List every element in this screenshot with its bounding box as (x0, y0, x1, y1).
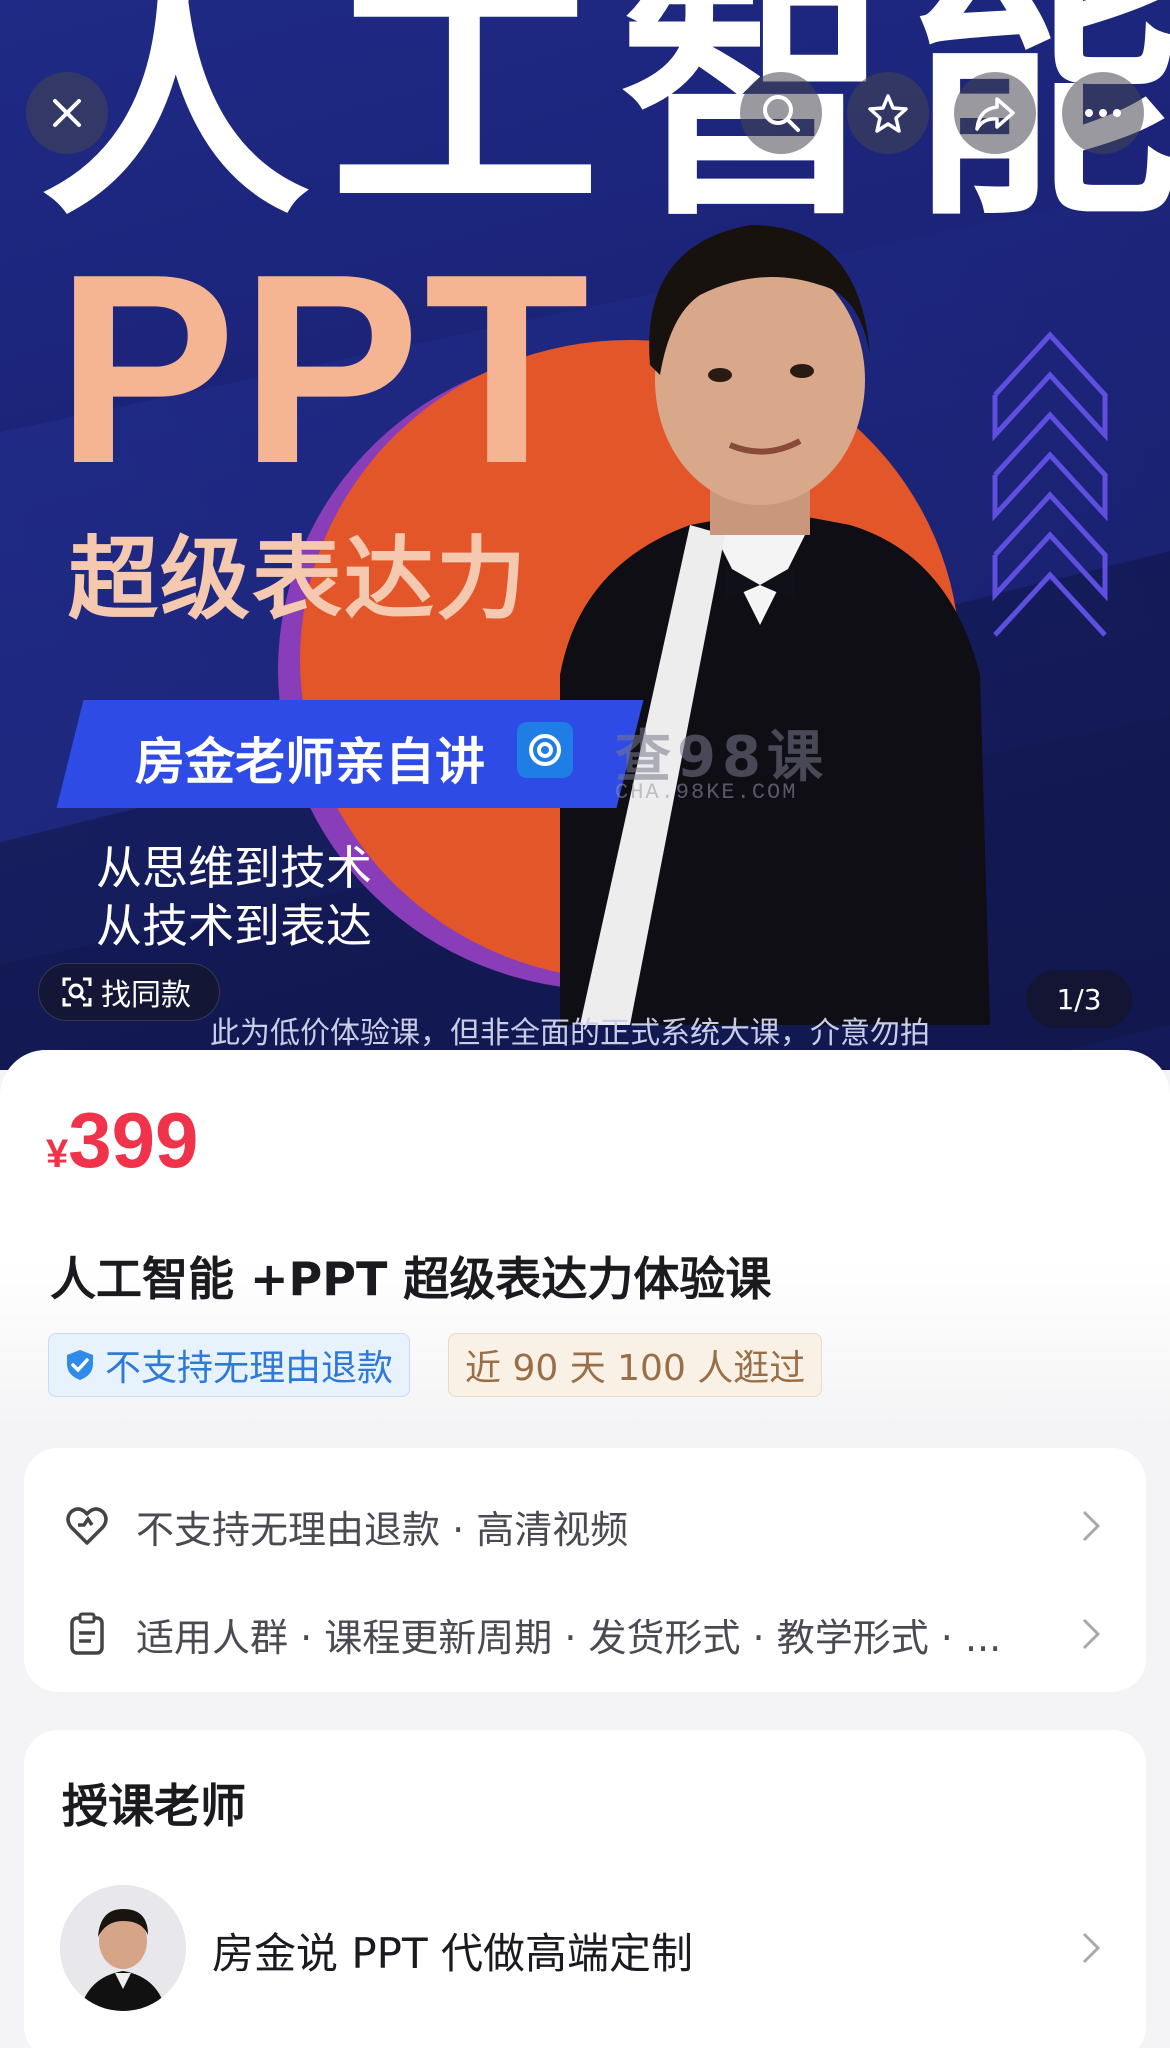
chevron-right-icon (1076, 1506, 1106, 1546)
hero-ppt-text: PPT (56, 219, 594, 520)
price: ¥399 (46, 1095, 198, 1186)
find-same-label: 找同款 (101, 978, 191, 1013)
watermark-url: CHA.98KE.COM (615, 780, 798, 805)
hero-subtitle: 超级表达力 (68, 527, 528, 632)
search-button[interactable] (740, 72, 822, 154)
currency-symbol: ¥ (46, 1132, 69, 1176)
details-card: 不支持无理由退款 · 高清视频 适用人群 · 课程更新周期 · 发货形式 · 教… (24, 1448, 1146, 1692)
more-icon (1085, 109, 1121, 117)
more-button[interactable] (1062, 72, 1144, 154)
params-row-text: 适用人群 · 课程更新周期 · 发货形式 · 教学形式 · ... (136, 1615, 1002, 1660)
find-same-button[interactable]: 找同款 (38, 963, 220, 1021)
scan-icon (62, 977, 92, 1007)
chevron-right-icon[interactable] (1076, 1928, 1106, 1968)
price-value: 399 (68, 1096, 199, 1184)
hero-notice: 此为低价体验课，但非全面的正式系统大课，介意勿拍 (210, 1016, 930, 1051)
search-icon (763, 95, 800, 132)
verified-badge-icon (517, 722, 573, 778)
page-indicator: 1/3 (1026, 970, 1132, 1028)
star-icon (868, 94, 908, 133)
hero-banner-text: 房金老师亲自讲 (135, 733, 485, 791)
close-icon (53, 99, 81, 127)
teacher-card: 授课老师 房金说 PPT 代做高端定制 (24, 1730, 1146, 2048)
avatar[interactable] (60, 1885, 186, 2011)
heart-service-icon (64, 1503, 110, 1549)
refund-policy-label: 不支持无理由退款 (105, 1348, 394, 1389)
hero-line-2: 从技术到表达 (96, 899, 372, 953)
favorite-button[interactable] (847, 72, 929, 154)
params-row[interactable]: 适用人群 · 课程更新周期 · 发货形式 · 教学形式 · ... (64, 1594, 1106, 1674)
product-title: 人工智能 +PPT 超级表达力体验课 (50, 1252, 772, 1306)
product-image-carousel[interactable]: 人工智能 PPT 超级表达力 房金老师亲自讲 查98课 CHA.98KE.COM… (0, 0, 1170, 1070)
service-row-text: 不支持无理由退款 · 高清视频 (136, 1507, 629, 1552)
section-title: 授课老师 (62, 1779, 246, 1833)
service-row[interactable]: 不支持无理由退款 · 高清视频 (64, 1486, 1106, 1566)
teacher-name[interactable]: 房金说 PPT 代做高端定制 (212, 1920, 693, 1981)
share-icon (975, 97, 1015, 131)
share-button[interactable] (954, 72, 1036, 154)
clipboard-icon (64, 1611, 110, 1657)
visits-tag: 近 90 天 100 人逛过 (448, 1333, 823, 1397)
chevron-decoration-icon (992, 331, 1108, 637)
close-button[interactable] (26, 72, 108, 154)
teacher-photo (560, 225, 990, 1025)
refund-policy-tag[interactable]: 不支持无理由退款 (48, 1333, 411, 1397)
shield-check-icon (67, 1350, 93, 1380)
chevron-right-icon (1076, 1614, 1106, 1654)
hero-line-1: 从思维到技术 (96, 841, 372, 895)
